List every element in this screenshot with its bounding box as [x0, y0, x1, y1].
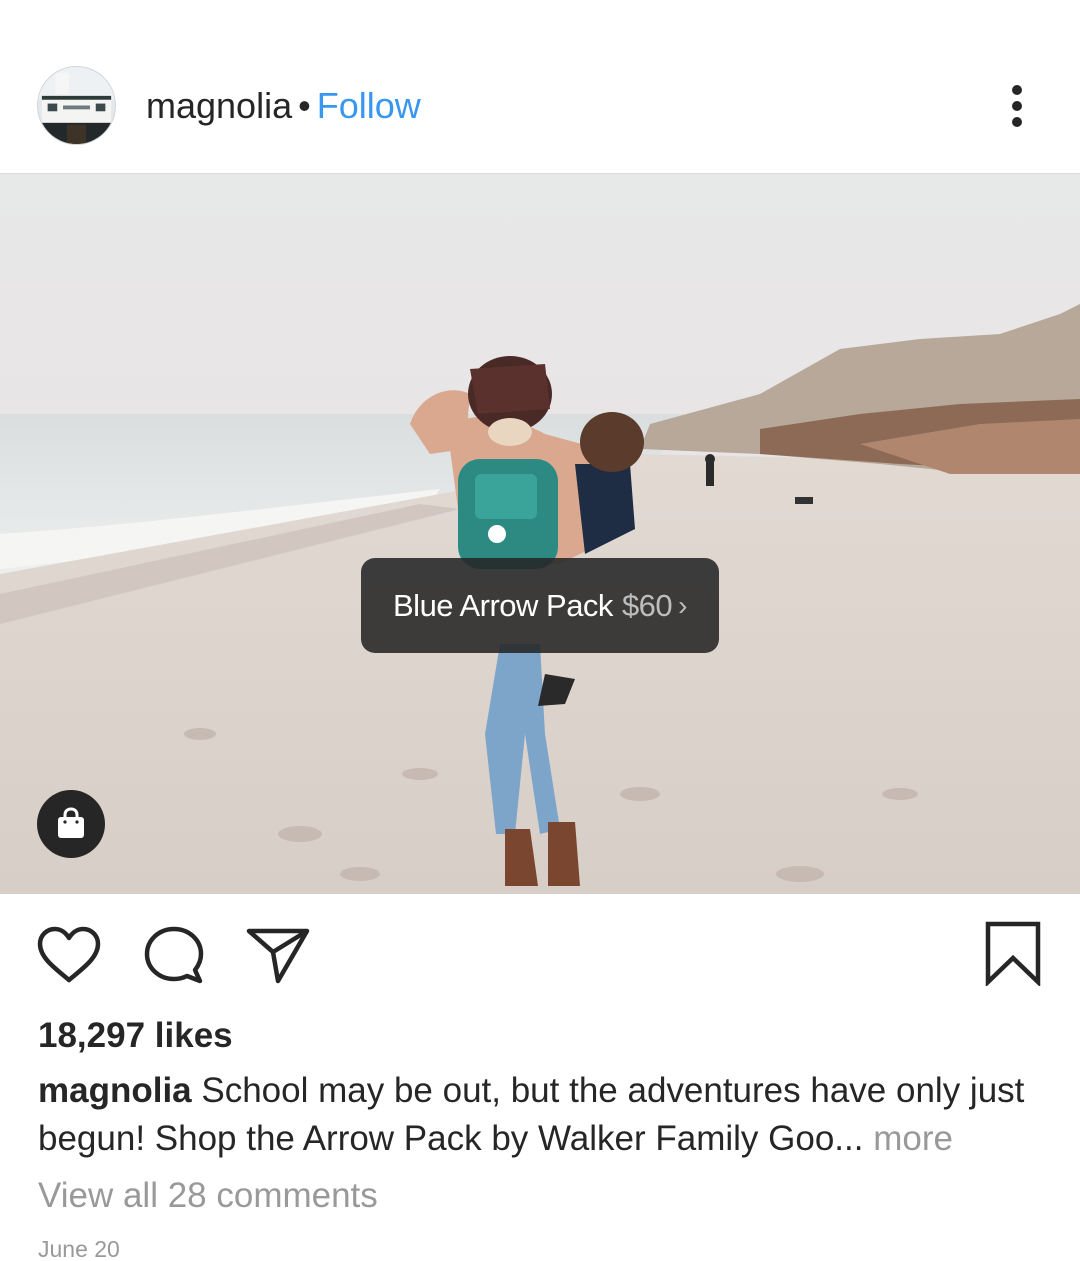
caption-more-link[interactable]: more	[873, 1119, 953, 1158]
post-photo[interactable]: Blue Arrow Pack $60 ›	[0, 174, 1080, 894]
post-date: June 20	[38, 1236, 120, 1261]
beach-photo	[0, 174, 1080, 894]
paper-plane-icon[interactable]	[245, 925, 311, 985]
separator-dot: •	[298, 85, 311, 126]
dot-icon	[1012, 101, 1022, 111]
likes-count[interactable]: 18,297 likes	[38, 1016, 233, 1056]
username-link[interactable]: magnolia	[146, 85, 292, 126]
shopping-bag-glyph	[58, 807, 84, 838]
post-header: magnolia • Follow	[0, 55, 1080, 173]
comment-glyph	[144, 926, 204, 984]
view-comments-link[interactable]: View all 28 comments	[38, 1176, 378, 1216]
bookmark-glyph	[985, 921, 1041, 988]
avatar-image	[38, 67, 115, 144]
caption-ellipsis: ...	[834, 1119, 864, 1158]
product-tag[interactable]: Blue Arrow Pack $60 ›	[361, 558, 719, 653]
caption-username[interactable]: magnolia	[38, 1071, 192, 1110]
product-name: Blue Arrow Pack	[393, 587, 613, 623]
shopping-bag-icon[interactable]	[37, 790, 105, 858]
comment-icon[interactable]	[143, 925, 205, 985]
paper-plane-glyph	[246, 928, 310, 984]
dot-icon	[1012, 85, 1022, 95]
avatar[interactable]	[37, 66, 116, 145]
caption: magnolia School may be out, but the adve…	[38, 1067, 1058, 1163]
header-text: magnolia • Follow	[146, 85, 421, 127]
dot-icon	[1012, 117, 1022, 127]
heart-glyph	[37, 926, 101, 983]
heart-icon[interactable]	[36, 925, 102, 985]
bookmark-icon[interactable]	[983, 920, 1043, 988]
chevron-right-icon: ›	[678, 589, 687, 621]
product-price: $60	[621, 587, 673, 623]
follow-button[interactable]: Follow	[317, 85, 421, 126]
more-options-icon[interactable]	[1000, 83, 1034, 129]
